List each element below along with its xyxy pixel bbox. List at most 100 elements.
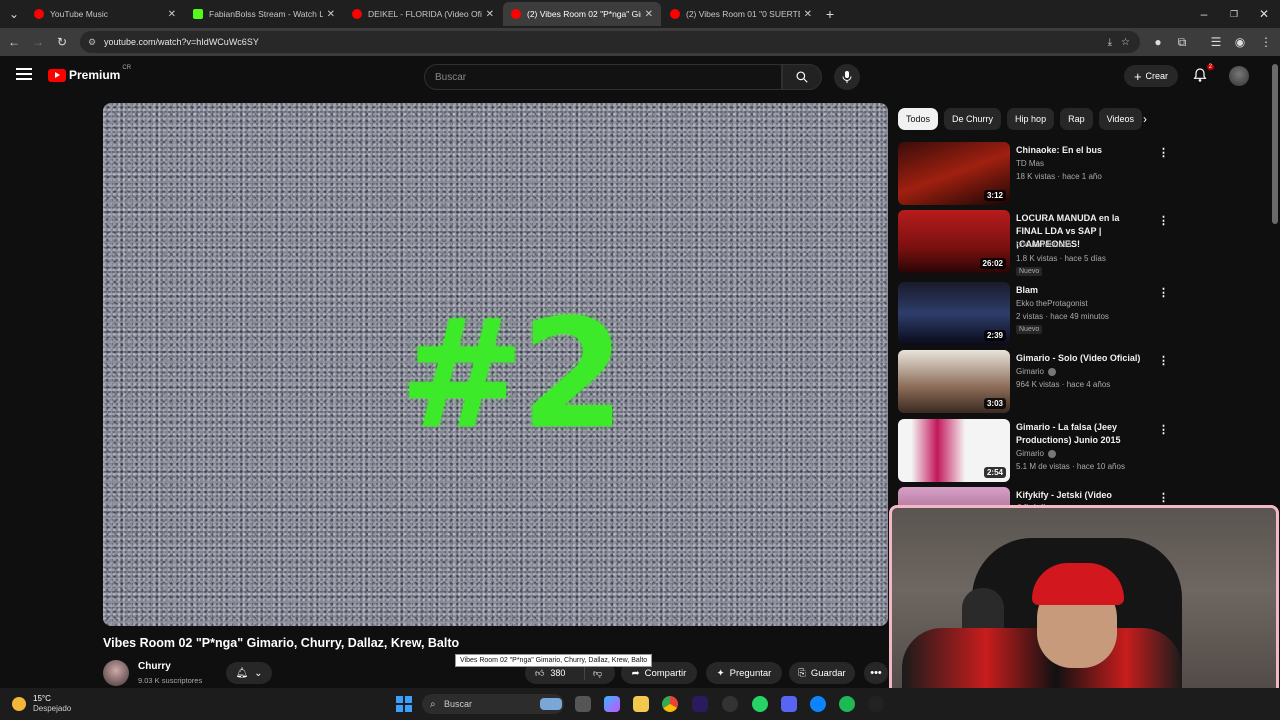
close-icon[interactable]: ✕	[486, 9, 494, 20]
spotify-icon[interactable]	[839, 696, 855, 712]
app-icon[interactable]	[810, 696, 826, 712]
tab-youtube-music[interactable]: YouTube Music ✕	[26, 2, 184, 26]
search-input[interactable]: Buscar	[424, 64, 782, 90]
forward-icon[interactable]: →	[30, 34, 46, 50]
video-thumbnail[interactable]: 26:02	[898, 210, 1010, 273]
chip-todos[interactable]: Todos	[898, 108, 939, 130]
weather-temperature[interactable]: 15°C	[33, 694, 51, 703]
recommendation-item[interactable]: Kifykify - Jetski (Video Oficial) ⋮	[898, 487, 1170, 505]
ask-button[interactable]: ✦ Preguntar	[706, 662, 782, 684]
chip-rap[interactable]: Rap	[1060, 108, 1093, 130]
reload-icon[interactable]: ↻	[54, 34, 70, 50]
tab-vibes-room-02[interactable]: (2) Vibes Room 02 "P*nga" Gimario ✕	[503, 2, 661, 26]
dislike-button[interactable]: 👎︎	[585, 668, 602, 679]
browser-menu-icon[interactable]: ⋮	[1258, 34, 1274, 50]
chrome-icon[interactable]	[662, 696, 678, 712]
install-app-icon[interactable]: ⤓	[1108, 37, 1112, 48]
profile-icon[interactable]: ◉	[1232, 34, 1248, 50]
recommendation-channel[interactable]: Gimario	[1016, 449, 1057, 458]
video-thumbnail[interactable]: 2:54	[898, 419, 1010, 482]
new-badge: Nuevo	[1016, 325, 1043, 334]
more-actions-button[interactable]: •••	[864, 662, 888, 684]
channel-avatar[interactable]	[103, 660, 129, 686]
notifications-button[interactable]: 2	[1192, 64, 1214, 85]
channel-label: Gimario	[1016, 367, 1045, 376]
recommendation-channel[interactable]: TD Mas	[1016, 159, 1044, 168]
recommendation-title[interactable]: Blam	[1016, 284, 1144, 297]
tab-deikel-florida[interactable]: DEIKEL - FLORIDA (Video Oficial) ✕	[344, 2, 502, 26]
search-button[interactable]	[782, 64, 822, 90]
obs-icon[interactable]	[722, 696, 738, 712]
chevron-right-icon[interactable]: ›	[1143, 112, 1157, 126]
recommendation-item[interactable]: 2:54 Gimario - La falsa (Jeey Production…	[898, 419, 1170, 483]
maximize-icon[interactable]: ❐	[1226, 6, 1242, 22]
tab-list-icon[interactable]: ⌄	[6, 6, 22, 22]
recommendation-item[interactable]: 3:03 Gimario - Solo (Video Oficial) Gima…	[898, 350, 1170, 414]
hamburger-menu-icon[interactable]	[16, 68, 32, 82]
youtube-premium-logo[interactable]: Premium CR	[48, 65, 131, 82]
chip-hip-hop[interactable]: Hip hop	[1007, 108, 1055, 130]
channel-name[interactable]: Churry	[138, 661, 171, 672]
recommendation-title[interactable]: Kifykify - Jetski (Video Oficial)	[1016, 489, 1144, 505]
recommendation-title[interactable]: Gimario - La falsa (Jeey Productions) Ju…	[1016, 421, 1144, 447]
recommendation-item[interactable]: 26:02 LOCURA MANUDA en la FINAL LDA vs S…	[898, 210, 1170, 276]
address-bar[interactable]: ⚙ youtube.com/watch?v=hIdWCuWc6SY ⤓ ☆	[80, 31, 1140, 53]
weather-description[interactable]: Despejado	[33, 704, 71, 713]
create-button[interactable]: + Crear	[1124, 65, 1178, 87]
reading-list-icon[interactable]: ☰	[1208, 34, 1224, 50]
moon-weather-icon[interactable]	[12, 697, 26, 711]
landscape-widget-icon[interactable]	[540, 698, 562, 710]
video-thumbnail[interactable]: 3:03	[898, 350, 1010, 413]
chip-de-churry[interactable]: De Churry	[944, 108, 1002, 130]
tab-vibes-room-01[interactable]: (2) Vibes Room 01 "0 SUERTE" ✕	[662, 2, 820, 26]
site-info-icon[interactable]: ⚙	[88, 37, 96, 48]
voice-search-button[interactable]	[834, 64, 860, 90]
task-view-icon[interactable]	[575, 696, 591, 712]
close-icon[interactable]: ✕	[327, 9, 335, 20]
close-icon[interactable]: ✕	[645, 9, 653, 20]
recommendation-channel[interactable]: Ekko theProtagonist	[1016, 299, 1088, 308]
close-icon[interactable]: ✕	[168, 9, 176, 20]
whatsapp-icon[interactable]	[752, 696, 768, 712]
account-avatar[interactable]	[1229, 66, 1249, 86]
discord-icon[interactable]	[781, 696, 797, 712]
video-thumbnail[interactable]	[898, 487, 1010, 505]
copilot-icon[interactable]	[604, 696, 620, 712]
recommendation-channel[interactable]: Gimario	[1016, 367, 1057, 376]
recommendation-title[interactable]: Chinaoke: En el bus	[1016, 144, 1144, 157]
video-player[interactable]: #2	[103, 103, 888, 626]
extensions-puzzle-icon[interactable]: ⧉	[1174, 34, 1190, 50]
bookmark-star-icon[interactable]: ☆	[1121, 37, 1130, 48]
more-vertical-icon[interactable]: ⋮	[1158, 354, 1169, 367]
file-explorer-icon[interactable]	[633, 696, 649, 712]
recommendation-title[interactable]: Gimario - Solo (Video Oficial)	[1016, 352, 1144, 365]
back-icon[interactable]: ←	[6, 34, 22, 50]
app-icon[interactable]	[868, 696, 884, 712]
recommendation-item[interactable]: 3:12 Chinaoke: En el bus TD Mas 18 K vis…	[898, 142, 1170, 206]
like-button[interactable]: 👍︎ 380	[525, 666, 585, 680]
video-thumbnail[interactable]: 3:12	[898, 142, 1010, 205]
recommendation-meta: 2 vistas · hace 49 minutos	[1016, 312, 1109, 321]
recommendation-item[interactable]: 2:39 Blam Ekko theProtagonist 2 vistas ·…	[898, 282, 1170, 346]
new-tab-button[interactable]: +	[822, 6, 838, 22]
save-button[interactable]: ⎘ Guardar	[789, 662, 855, 684]
subscription-notifications-button[interactable]: 🔔︎ ⌄	[226, 662, 272, 684]
extension-icon[interactable]: ●	[1150, 34, 1166, 50]
more-vertical-icon[interactable]: ⋮	[1158, 423, 1169, 436]
premiere-pro-icon[interactable]	[692, 696, 708, 712]
video-thumbnail[interactable]: 2:39	[898, 282, 1010, 345]
more-vertical-icon[interactable]: ⋮	[1158, 491, 1169, 504]
more-vertical-icon[interactable]: ⋮	[1158, 214, 1169, 227]
window-close-icon[interactable]: ✕	[1256, 6, 1272, 22]
kick-icon	[193, 9, 203, 19]
more-vertical-icon[interactable]: ⋮	[1158, 146, 1169, 159]
tab-kick-stream[interactable]: FabianBolss Stream - Watch Live ✕	[185, 2, 343, 26]
minimize-icon[interactable]: –	[1196, 6, 1212, 22]
recommendation-channel[interactable]: Locura Manuda	[1016, 240, 1072, 249]
windows-start-icon[interactable]	[396, 696, 412, 712]
channel-label: Gimario	[1016, 449, 1045, 458]
more-vertical-icon[interactable]: ⋮	[1158, 286, 1169, 299]
page-scrollbar[interactable]	[1272, 64, 1278, 224]
close-icon[interactable]: ✕	[804, 9, 812, 20]
chip-videos[interactable]: Videos	[1098, 108, 1142, 130]
